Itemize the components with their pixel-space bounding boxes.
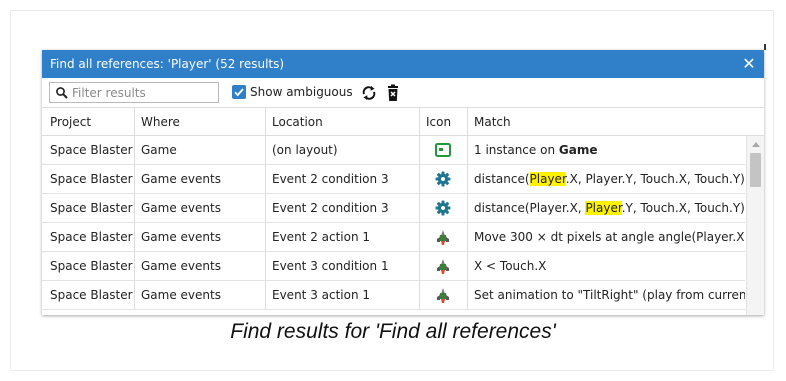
project-cell: Space Blaster: [50, 230, 133, 244]
project-cell: Space Blaster: [50, 288, 133, 302]
column-header-match[interactable]: Match: [467, 108, 745, 135]
match-text: Set animation to "TiltRight" (play from …: [474, 288, 745, 302]
location-cell: Event 3 condition 1: [265, 252, 419, 280]
icon-cell: [419, 223, 467, 251]
show-ambiguous-label[interactable]: Show ambiguous: [250, 78, 353, 107]
where-cell: Game events: [134, 252, 265, 280]
match-text: X < Touch.X: [474, 259, 547, 273]
icon-cell: [419, 165, 467, 193]
icon-cell: [419, 281, 467, 309]
location-cell: Event 2 condition 3: [265, 194, 419, 222]
match-cell: distance(Player.X, Player.Y, Touch.X, To…: [467, 194, 745, 222]
dialog-titlebar[interactable]: Find all references: 'Player' (52 result…: [42, 50, 764, 78]
table-row[interactable]: Space Blaster Game events Event 3 action…: [42, 281, 745, 310]
project-cell: Space Blaster: [50, 172, 133, 186]
close-icon[interactable]: ✕: [740, 50, 758, 78]
window-edge: [764, 44, 766, 50]
table-row[interactable]: Space Blaster Game events Event 2 condit…: [42, 194, 745, 223]
location-cell: Event 2 condition 3: [265, 165, 419, 193]
refresh-icon[interactable]: [360, 84, 378, 102]
find-references-dialog: Find all references: 'Player' (52 result…: [42, 50, 764, 315]
sprite-icon: [437, 259, 449, 274]
figure-caption: Find results for 'Find all references': [230, 320, 556, 343]
match-text: Move 300 × dt pixels at angle angle(Play…: [474, 230, 745, 244]
where-cell: Game events: [134, 165, 265, 193]
gear-icon: [435, 171, 451, 187]
where-cell: Game events: [134, 223, 265, 251]
page: { "dialog": { "title": "Find all referen…: [0, 0, 786, 381]
sprite-icon: [437, 230, 449, 245]
sprite-icon: [437, 288, 449, 303]
project-cell: Space Blaster: [50, 201, 133, 215]
scrollbar-thumb[interactable]: [750, 153, 761, 187]
gear-icon: [435, 200, 451, 216]
column-header-project[interactable]: Project: [42, 108, 134, 135]
match-text: distance(: [474, 172, 530, 186]
table-row[interactable]: Space Blaster Game events Event 3 condit…: [42, 252, 745, 281]
column-header-location[interactable]: Location: [265, 108, 419, 135]
location-cell: Event 2 action 1: [265, 223, 419, 251]
match-cell: X < Touch.X: [467, 252, 745, 280]
icon-cell: [419, 194, 467, 222]
match-text: 1 instance on: [474, 143, 559, 157]
search-icon: [56, 87, 68, 99]
location-cell: (on layout): [265, 136, 419, 164]
where-cell: Game events: [134, 194, 265, 222]
match-cell: distance(Player.X, Player.Y, Touch.X, To…: [467, 165, 745, 193]
match-highlight: Player: [585, 201, 622, 215]
dialog-title: Find all references: 'Player' (52 result…: [50, 57, 285, 71]
column-header-where[interactable]: Where: [134, 108, 265, 135]
icon-cell: [419, 136, 467, 164]
clear-results-icon[interactable]: [384, 84, 402, 102]
match-bold: Game: [558, 143, 598, 157]
project-cell: Space Blaster: [50, 143, 133, 157]
where-cell: Game: [134, 136, 265, 164]
location-cell: Event 3 action 1: [265, 281, 419, 309]
project-cell: Space Blaster: [50, 259, 133, 273]
show-ambiguous-checkbox[interactable]: [232, 85, 246, 99]
toolbar: Show ambiguous: [42, 78, 764, 107]
table-row[interactable]: Space Blaster Game events Event 2 condit…: [42, 165, 745, 194]
table-row[interactable]: Space Blaster Game events Event 2 action…: [42, 223, 745, 252]
match-text-rest: .X, Player.Y, Touch.X, Touch.Y) >: [565, 172, 745, 186]
match-cell: Move 300 × dt pixels at angle angle(Play…: [467, 223, 745, 251]
match-cell: 1 instance on Game: [467, 136, 745, 164]
match-text-rest: .Y, Touch.X, Touch.Y) >: [621, 201, 745, 215]
filter-input[interactable]: [72, 84, 212, 101]
icon-cell: [419, 252, 467, 280]
scroll-up-arrow[interactable]: [752, 142, 760, 147]
vertical-scrollbar[interactable]: [746, 136, 764, 315]
table-row[interactable]: Space Blaster Game (on layout) 1 instanc…: [42, 136, 745, 165]
table-header: Project Where Location Icon Match: [42, 107, 764, 136]
match-text: distance(Player.X,: [474, 201, 586, 215]
where-cell: Game events: [134, 281, 265, 309]
layout-icon: [435, 143, 451, 157]
column-header-icon[interactable]: Icon: [419, 108, 467, 135]
match-cell: Set animation to "TiltRight" (play from …: [467, 281, 745, 309]
match-highlight: Player: [529, 172, 566, 186]
filter-box[interactable]: [49, 82, 219, 103]
